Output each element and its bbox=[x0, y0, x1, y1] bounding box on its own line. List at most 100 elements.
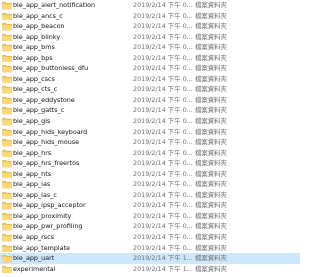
modified-date: 2019/2/14 下午 0... bbox=[133, 53, 193, 62]
modified-date: 2019/2/14 下午 0... bbox=[133, 127, 193, 136]
file-type: 檔案資料夾 bbox=[195, 127, 227, 136]
file-list-row[interactable]: ble_app_eddystone 2019/2/14 下午 0... 檔案資料夾 bbox=[0, 95, 300, 106]
modified-date: 2019/2/14 下午 0... bbox=[133, 201, 193, 210]
file-list-row[interactable]: ble_app_ias_c 2019/2/14 下午 0... 檔案資料夾 bbox=[0, 190, 300, 201]
folder-icon bbox=[2, 117, 12, 126]
file-list-row[interactable]: ble_app_gatts_c 2019/2/14 下午 0... 檔案資料夾 bbox=[0, 105, 300, 116]
modified-date: 2019/2/14 下午 0... bbox=[133, 106, 193, 115]
file-list-row[interactable]: ble_app_cscs 2019/2/14 下午 0... 檔案資料夾 bbox=[0, 74, 300, 85]
folder-icon bbox=[2, 106, 12, 115]
folder-icon bbox=[2, 22, 12, 31]
file-name: ble_app_buttonless_dfu bbox=[13, 64, 89, 73]
modified-date: 2019/2/14 下午 1... bbox=[133, 264, 193, 273]
file-list-row[interactable]: ble_app_bms 2019/2/14 下午 0... 檔案資料夾 bbox=[0, 42, 300, 53]
modified-date: 2019/2/14 下午 0... bbox=[133, 32, 193, 41]
file-name: ble_app_cscs bbox=[13, 74, 55, 83]
file-list-row[interactable]: ble_app_pwr_profiling 2019/2/14 下午 0... 檔案… bbox=[0, 221, 300, 232]
file-name: ble_app_hrs bbox=[13, 148, 52, 157]
file-list-row[interactable]: ble_app_uart 2019/2/14 下午 1... 檔案資料夾 bbox=[0, 253, 300, 264]
folder-icon bbox=[2, 64, 12, 73]
file-name: ble_app_bms bbox=[13, 43, 55, 52]
file-list-row[interactable]: ble_app_beacon 2019/2/14 下午 0... 檔案資料夾 bbox=[0, 21, 300, 32]
file-name: ble_app_ias_c bbox=[13, 190, 57, 199]
modified-date: 2019/2/14 下午 0... bbox=[133, 117, 193, 126]
modified-date: 2019/2/14 下午 0... bbox=[133, 243, 193, 252]
file-name: ble_app_ias bbox=[13, 180, 51, 189]
file-list-row[interactable]: ble_app_template 2019/2/14 下午 0... 檔案資料夾 bbox=[0, 243, 300, 254]
modified-date: 2019/2/14 下午 0... bbox=[133, 190, 193, 199]
modified-date: 2019/2/14 下午 0... bbox=[133, 74, 193, 83]
file-list-row[interactable]: ble_app_hts 2019/2/14 下午 0... 檔案資料夾 bbox=[0, 169, 300, 180]
modified-date: 2019/2/14 下午 1... bbox=[133, 254, 193, 263]
folder-icon bbox=[2, 149, 12, 158]
file-list-row[interactable]: ble_app_alert_notification 2019/2/14 下午 0… bbox=[0, 0, 300, 11]
file-list-row[interactable]: ble_app_hids_keyboard 2019/2/14 下午 0... 檔案… bbox=[0, 127, 300, 138]
file-name: ble_app_proximity bbox=[13, 211, 72, 220]
folder-icon bbox=[2, 138, 12, 147]
modified-date: 2019/2/14 下午 0... bbox=[133, 64, 193, 73]
file-list-row[interactable]: ble_app_cts_c 2019/2/14 下午 0... 檔案資料夾 bbox=[0, 84, 300, 95]
file-list-row[interactable]: ble_app_ipsp_acceptor 2019/2/14 下午 0... 檔案… bbox=[0, 200, 300, 211]
file-name: ble_app_pwr_profiling bbox=[13, 222, 83, 231]
file-list-row[interactable]: ble_app_gls 2019/2/14 下午 0... 檔案資料夾 bbox=[0, 116, 300, 127]
file-name: ble_app_blinky bbox=[13, 32, 61, 41]
modified-date: 2019/2/14 下午 0... bbox=[133, 85, 193, 94]
file-type: 檔案資料夾 bbox=[195, 169, 227, 178]
file-name: ble_app_gatts_c bbox=[13, 106, 65, 115]
file-type: 檔案資料夾 bbox=[195, 148, 227, 157]
file-name: ble_app_hids_mouse bbox=[13, 138, 80, 147]
file-name: ble_app_cts_c bbox=[13, 85, 58, 94]
file-type: 檔案資料夾 bbox=[195, 180, 227, 189]
file-list-row[interactable]: ble_app_proximity 2019/2/14 下午 0... 檔案資料夾 bbox=[0, 211, 300, 222]
file-name: ble_app_beacon bbox=[13, 22, 65, 31]
modified-date: 2019/2/14 下午 0... bbox=[133, 1, 193, 9]
modified-date: 2019/2/14 下午 0... bbox=[133, 43, 193, 52]
file-type: 檔案資料夾 bbox=[195, 190, 227, 199]
file-list-row[interactable]: ble_app_bps 2019/2/14 下午 0... 檔案資料夾 bbox=[0, 53, 300, 64]
file-type: 檔案資料夾 bbox=[195, 159, 227, 168]
folder-icon bbox=[2, 85, 12, 94]
file-type: 檔案資料夾 bbox=[195, 64, 227, 73]
file-type: 檔案資料夾 bbox=[195, 43, 227, 52]
file-type: 檔案資料夾 bbox=[195, 233, 227, 242]
folder-icon bbox=[2, 244, 12, 253]
file-list-row[interactable]: ble_app_hids_mouse 2019/2/14 下午 0... 檔案資料夾 bbox=[0, 137, 300, 148]
file-name: ble_app_rscs bbox=[13, 233, 54, 242]
file-list-row[interactable]: ble_app_ias 2019/2/14 下午 0... 檔案資料夾 bbox=[0, 179, 300, 190]
folder-icon bbox=[2, 12, 12, 21]
folder-icon bbox=[2, 43, 12, 52]
file-list-row[interactable]: ble_app_rscs 2019/2/14 下午 0... 檔案資料夾 bbox=[0, 232, 300, 243]
file-list-row[interactable]: experimental 2019/2/14 下午 1... 檔案資料夾 bbox=[0, 264, 300, 275]
file-type: 檔案資料夾 bbox=[195, 53, 227, 62]
file-type: 檔案資料夾 bbox=[195, 22, 227, 31]
file-list: ble_app_alert_notification 2019/2/14 下午 0… bbox=[0, 0, 300, 273]
folder-icon bbox=[2, 96, 12, 105]
file-type: 檔案資料夾 bbox=[195, 254, 227, 263]
file-name: ble_app_gls bbox=[13, 117, 51, 126]
modified-date: 2019/2/14 下午 0... bbox=[133, 233, 193, 242]
file-type: 檔案資料夾 bbox=[195, 85, 227, 94]
modified-date: 2019/2/14 下午 0... bbox=[133, 159, 193, 168]
file-type: 檔案資料夾 bbox=[195, 1, 227, 9]
file-name: ble_app_ipsp_acceptor bbox=[13, 201, 86, 210]
file-name: ble_app_template bbox=[13, 243, 71, 252]
folder-icon bbox=[2, 54, 12, 63]
file-type: 檔案資料夾 bbox=[195, 74, 227, 83]
folder-icon bbox=[2, 222, 12, 231]
file-list-row[interactable]: ble_app_blinky 2019/2/14 下午 0... 檔案資料夾 bbox=[0, 32, 300, 43]
folder-icon bbox=[2, 265, 12, 274]
file-type: 檔案資料夾 bbox=[195, 138, 227, 147]
file-name: ble_app_hrs_freertos bbox=[13, 159, 80, 168]
file-name: ble_app_eddystone bbox=[13, 95, 75, 104]
file-list-row[interactable]: ble_app_buttonless_dfu 2019/2/14 下午 0... 檔… bbox=[0, 63, 300, 74]
folder-icon bbox=[2, 33, 12, 42]
file-list-row[interactable]: ble_app_hrs 2019/2/14 下午 0... 檔案資料夾 bbox=[0, 148, 300, 159]
file-list-row[interactable]: ble_app_hrs_freertos 2019/2/14 下午 0... 檔案資… bbox=[0, 158, 300, 169]
modified-date: 2019/2/14 下午 0... bbox=[133, 95, 193, 104]
file-type: 檔案資料夾 bbox=[195, 243, 227, 252]
modified-date: 2019/2/14 下午 0... bbox=[133, 148, 193, 157]
file-list-row[interactable]: ble_app_ancs_c 2019/2/14 下午 0... 檔案資料夾 bbox=[0, 11, 300, 22]
modified-date: 2019/2/14 下午 0... bbox=[133, 180, 193, 189]
file-type: 檔案資料夾 bbox=[195, 201, 227, 210]
file-type: 檔案資料夾 bbox=[195, 32, 227, 41]
